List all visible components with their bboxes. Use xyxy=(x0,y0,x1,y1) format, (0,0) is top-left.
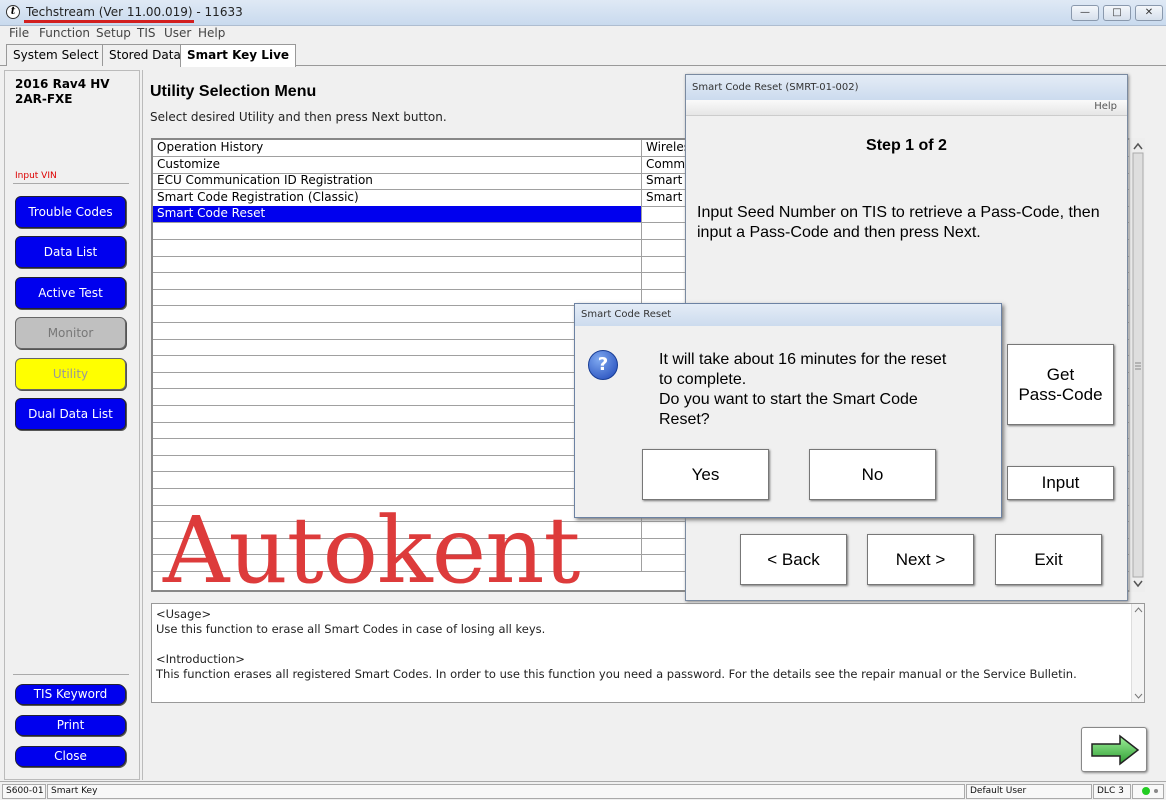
connection-indicator xyxy=(1132,784,1164,799)
table-scrollbar[interactable] xyxy=(1129,138,1145,592)
help-menu[interactable]: Help xyxy=(1094,101,1117,112)
close-button[interactable]: Close xyxy=(15,746,126,767)
tab-stored-data[interactable]: Stored Data xyxy=(102,44,188,66)
utility-name-cell xyxy=(153,306,642,322)
input-vin-link[interactable]: Input VIN xyxy=(15,171,57,181)
utility-name-cell xyxy=(153,322,642,339)
connection-status-icon xyxy=(1142,787,1158,795)
minimize-button[interactable]: — xyxy=(1071,5,1099,21)
utility-name-cell xyxy=(153,239,642,256)
next-button[interactable]: Next > xyxy=(867,534,974,585)
monitor-button[interactable]: Monitor xyxy=(15,317,126,349)
window-title: Techstream (Ver 11.00.019) - 11633 xyxy=(26,5,243,19)
utility-name-cell xyxy=(153,438,642,455)
utility-name-cell xyxy=(153,355,642,372)
back-button[interactable]: < Back xyxy=(740,534,847,585)
description-box: <Usage> Use this function to erase all S… xyxy=(151,603,1145,703)
utility-name-cell xyxy=(153,289,642,306)
data-list-button[interactable]: Data List xyxy=(15,236,126,268)
status-user: Default User xyxy=(966,784,1092,799)
next-arrow-button[interactable] xyxy=(1081,727,1147,772)
status-bar: S600-01 Smart Key Default User DLC 3 xyxy=(0,781,1166,800)
utility-name-cell xyxy=(153,223,642,239)
instruction-text: Input Seed Number on TIS to retrieve a P… xyxy=(697,204,1100,241)
utility-name-cell: Smart Code Reset xyxy=(153,206,642,223)
introduction-text: This function erases all registered Smar… xyxy=(156,667,1077,681)
utility-name-cell xyxy=(153,272,642,289)
utility-name-cell xyxy=(153,455,642,472)
menu-file[interactable]: File xyxy=(9,26,29,41)
input-button[interactable]: Input xyxy=(1007,466,1114,500)
exit-button[interactable]: Exit xyxy=(995,534,1102,585)
menu-tis[interactable]: TIS xyxy=(137,26,156,41)
watermark-text: Autokent xyxy=(163,497,580,604)
maximize-button[interactable]: □ xyxy=(1103,5,1131,21)
description-scroll-arrows xyxy=(1134,607,1143,699)
status-code: S600-01 xyxy=(2,784,46,799)
green-arrow-icon xyxy=(1091,734,1140,766)
utility-name-cell: ECU Communication ID Registration xyxy=(153,173,642,190)
utility-name-cell: Customize xyxy=(153,156,642,173)
utility-name-cell xyxy=(153,389,642,405)
dialog-message: It will take about 16 minutes for the re… xyxy=(659,351,947,428)
dual-data-list-button[interactable]: Dual Data List xyxy=(15,398,126,430)
sidebar-divider xyxy=(13,674,129,675)
menu-user[interactable]: User xyxy=(164,26,191,41)
active-test-button[interactable]: Active Test xyxy=(15,277,126,309)
vehicle-info: 2016 Rav4 HV 2AR-FXE xyxy=(15,77,110,106)
utility-name-cell xyxy=(153,422,642,439)
print-button[interactable]: Print xyxy=(15,715,126,736)
question-icon: ? xyxy=(588,350,618,380)
utility-name-cell xyxy=(153,472,642,488)
utility-name-cell: Operation History xyxy=(153,140,642,156)
title-underline xyxy=(24,20,194,23)
trouble-codes-button[interactable]: Trouble Codes xyxy=(15,196,126,228)
tab-system-select[interactable]: System Select xyxy=(6,44,106,66)
get-pass-code-button[interactable]: Get Pass-Code xyxy=(1007,344,1114,425)
title-bar: t Techstream (Ver 11.00.019) - 11633 — □… xyxy=(0,0,1166,26)
menu-help[interactable]: Help xyxy=(198,26,225,41)
usage-text: Use this function to erase all Smart Cod… xyxy=(156,622,546,636)
yes-button[interactable]: Yes xyxy=(642,449,769,500)
tis-keyword-button[interactable]: TIS Keyword xyxy=(15,684,126,705)
smart-code-window-title: Smart Code Reset (SMRT-01-002) xyxy=(686,75,1127,100)
app-icon: t xyxy=(6,5,20,19)
smart-code-window-menu: Help xyxy=(686,100,1127,116)
utility-name-cell: Smart Code Registration (Classic) xyxy=(153,189,642,206)
menu-setup[interactable]: Setup xyxy=(96,26,131,41)
introduction-heading: <Introduction> xyxy=(156,652,245,666)
tab-bar: System Select Stored Data Smart Key Live xyxy=(0,42,1166,67)
no-button[interactable]: No xyxy=(809,449,936,500)
utility-name-cell xyxy=(153,372,642,389)
sidebar: 2016 Rav4 HV 2AR-FXE Input VIN Trouble C… xyxy=(4,70,140,780)
page-subtitle: Select desired Utility and then press Ne… xyxy=(150,110,447,124)
scrollbar-graphic xyxy=(1132,142,1144,588)
page-title: Utility Selection Menu xyxy=(150,83,317,100)
utility-name-cell xyxy=(153,339,642,356)
menu-bar: File Function Setup TIS User Help xyxy=(0,26,1166,42)
step-indicator: Step 1 of 2 xyxy=(866,137,947,154)
menu-function[interactable]: Function xyxy=(39,26,90,41)
status-system: Smart Key xyxy=(47,784,965,799)
close-window-button[interactable]: ✕ xyxy=(1135,5,1163,21)
dialog-title: Smart Code Reset xyxy=(575,304,1001,326)
sidebar-divider xyxy=(13,183,129,184)
usage-heading: <Usage> xyxy=(156,607,212,621)
confirm-dialog: Smart Code Reset ? It will take about 16… xyxy=(574,303,1002,518)
status-connector: DLC 3 xyxy=(1093,784,1131,799)
description-scrollbar[interactable] xyxy=(1131,604,1144,702)
utility-button[interactable]: Utility xyxy=(15,358,126,390)
utility-name-cell xyxy=(153,405,642,422)
utility-name-cell xyxy=(153,256,642,273)
tab-smart-key-live[interactable]: Smart Key Live xyxy=(180,44,297,67)
